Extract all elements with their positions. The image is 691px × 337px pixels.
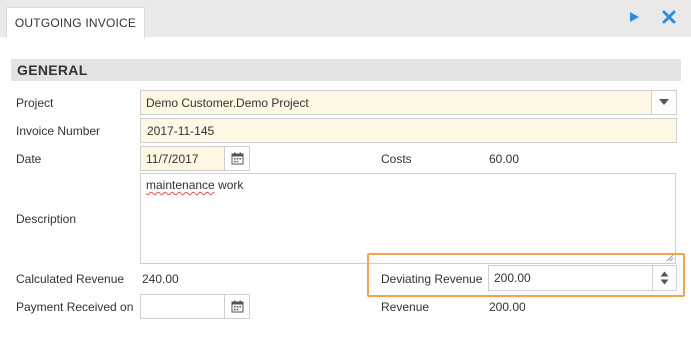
play-icon[interactable] [625, 8, 643, 26]
description-textarea[interactable]: maintenance work [140, 173, 676, 264]
payment-calendar-button[interactable] [224, 294, 250, 319]
deviating-revenue-input[interactable]: 200.00 [488, 265, 677, 291]
invoice-number-field[interactable]: 2017-11-145 [140, 118, 677, 143]
date-field[interactable]: 11/7/2017 [140, 146, 225, 171]
date-value: 11/7/2017 [146, 151, 199, 166]
description-word-misspelled: maintenance [146, 178, 215, 192]
calculated-revenue-label: Calculated Revenue [16, 272, 125, 286]
deviating-revenue-value: 200.00 [494, 271, 531, 285]
section-header-general: GENERAL [11, 59, 681, 81]
description-word: work [218, 178, 244, 192]
calendar-icon [231, 152, 243, 165]
calendar-icon [231, 300, 243, 313]
stepper-icon [660, 271, 669, 285]
invoice-number-label: Invoice Number [16, 124, 101, 138]
date-calendar-button[interactable] [224, 146, 250, 171]
chevron-down-icon [659, 99, 669, 105]
payment-received-field[interactable] [140, 294, 225, 319]
date-label: Date [16, 152, 42, 166]
description-label: Description [16, 212, 77, 226]
invoice-number-value: 2017-11-145 [147, 123, 215, 138]
project-select[interactable]: Demo Customer.Demo Project [140, 90, 677, 115]
tab-bar: OUTGOING INVOICE [0, 0, 691, 38]
project-dropdown-button[interactable] [651, 91, 676, 114]
revenue-value: 200.00 [489, 300, 526, 314]
payment-received-label: Payment Received on [16, 300, 134, 314]
costs-label: Costs [381, 152, 412, 166]
deviating-revenue-label: Deviating Revenue [381, 272, 483, 286]
costs-value: 60.00 [489, 152, 520, 166]
revenue-label: Revenue [381, 300, 430, 314]
calculated-revenue-value: 240.00 [142, 272, 179, 286]
close-icon[interactable] [660, 8, 678, 26]
project-value: Demo Customer.Demo Project [146, 95, 309, 110]
project-label: Project [16, 96, 54, 110]
deviating-revenue-stepper[interactable] [652, 266, 676, 290]
tab-outgoing-invoice[interactable]: OUTGOING INVOICE [6, 7, 145, 38]
